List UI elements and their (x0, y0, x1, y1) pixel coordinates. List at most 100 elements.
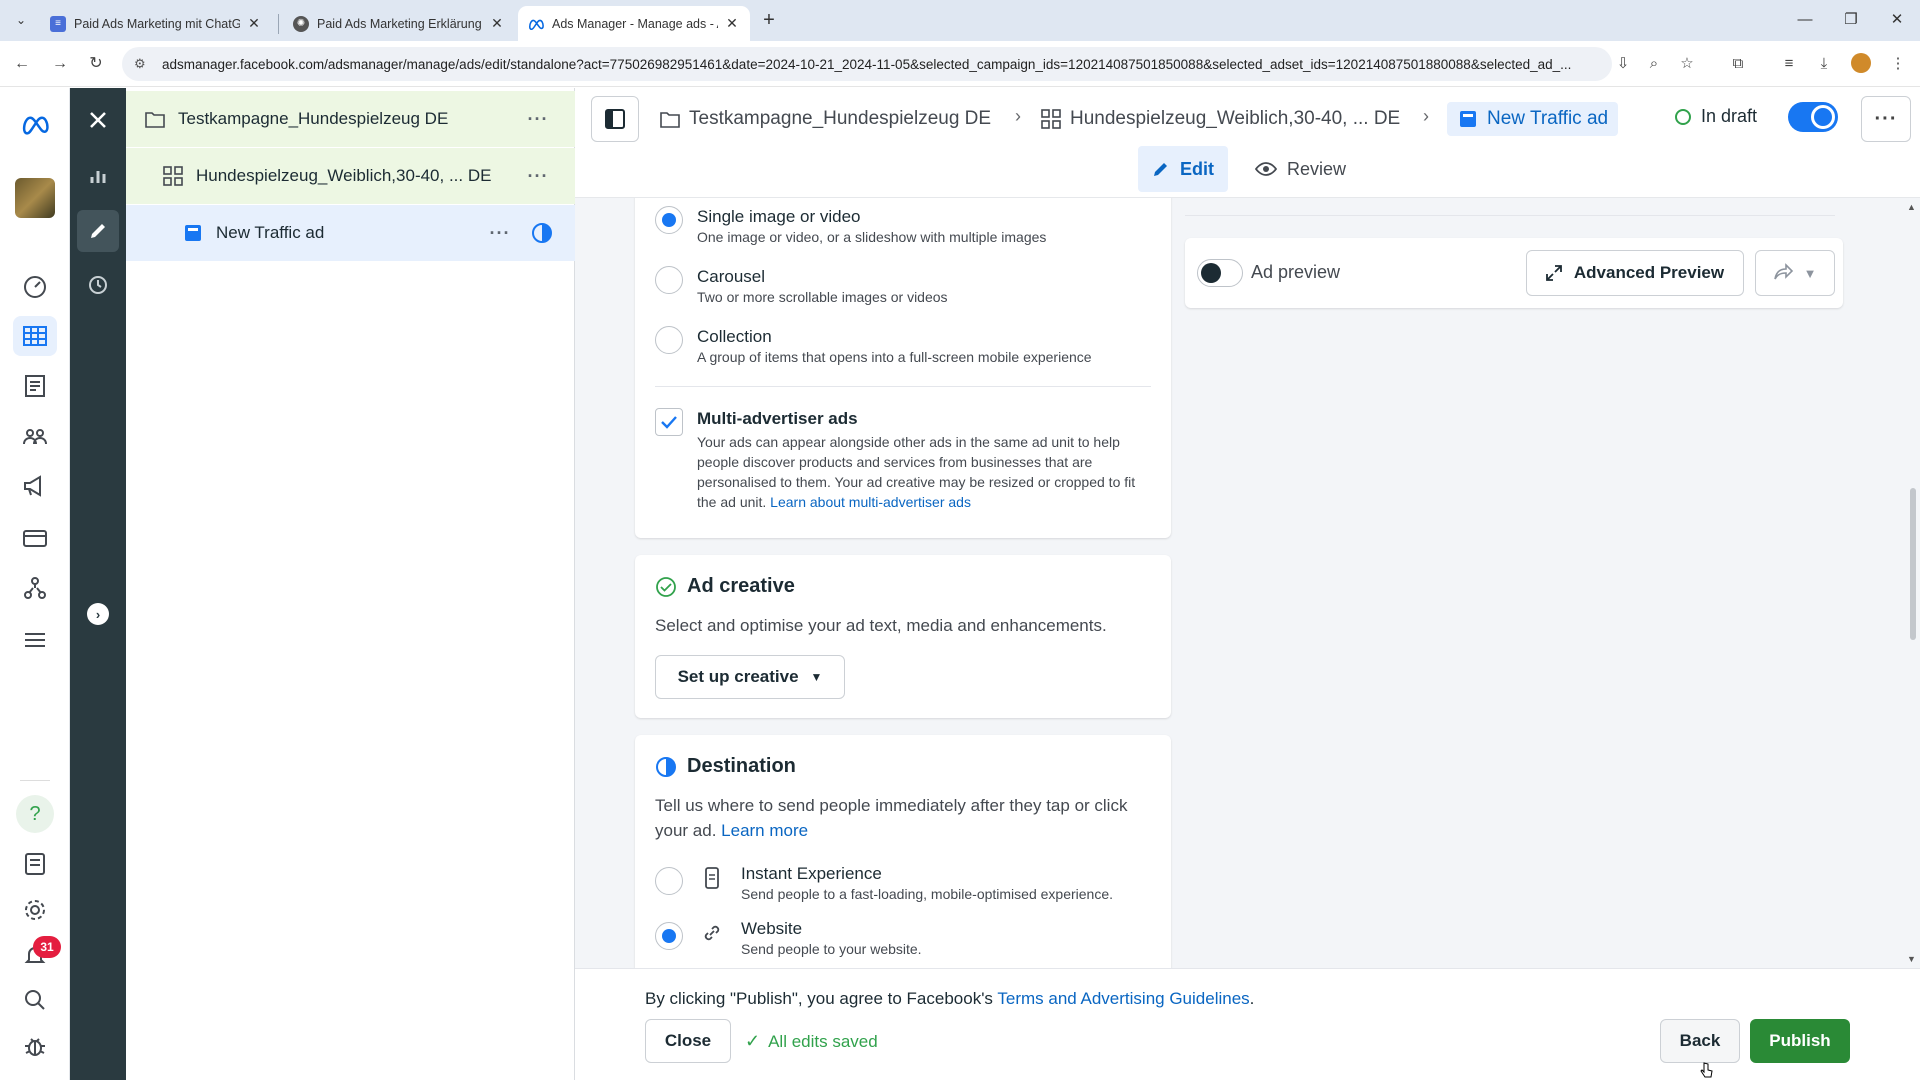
dashboard-icon[interactable] (13, 266, 57, 306)
tab-edit[interactable]: Edit (1138, 146, 1228, 192)
expand-icon (1545, 265, 1562, 281)
adset-grid-icon (162, 165, 184, 187)
browser-tab-3[interactable]: Ads Manager - Manage ads - A ✕ (518, 6, 750, 41)
bug-report-icon[interactable] (13, 1026, 57, 1066)
tree-ad-row[interactable]: New Traffic ad ··· (126, 205, 575, 261)
advanced-preview-button[interactable]: Advanced Preview (1526, 250, 1744, 296)
settings-gear-icon[interactable] (13, 890, 57, 930)
format-option-single[interactable]: Single image or video One image or video… (655, 206, 1046, 246)
scroll-up-icon[interactable]: ▲ (1907, 202, 1916, 212)
multi-advertiser-learn-link[interactable]: Learn about multi-advertiser ads (770, 494, 971, 510)
browser-toolbar: ← → ↻ ⚙ adsmanager.facebook.com/adsmanag… (0, 41, 1920, 87)
radio-instant-experience[interactable] (655, 867, 683, 895)
close-button[interactable]: Close (645, 1019, 731, 1063)
browser-tab-2[interactable]: ✺ Paid Ads Marketing Erklärung ✕ (283, 6, 515, 41)
breadcrumb-adset[interactable]: Hundespielzeug_Weiblich,30-40, ... DE (1040, 102, 1400, 136)
close-icon[interactable]: ✕ (246, 15, 262, 32)
billing-card-icon[interactable] (13, 518, 57, 558)
tree-adset-row[interactable]: Hundespielzeug_Weiblich,30-40, ... DE ··… (126, 148, 575, 204)
close-editor-icon[interactable] (77, 99, 119, 141)
ad-icon (1457, 108, 1479, 130)
meta-logo-icon[interactable] (13, 104, 57, 144)
format-option-carousel[interactable]: Carousel Two or more scrollable images o… (655, 266, 948, 306)
multi-advertiser-option[interactable]: Multi-advertiser ads Your ads can appear… (655, 408, 1152, 512)
toggle-panel-icon[interactable] (591, 96, 639, 142)
destination-learn-more-link[interactable]: Learn more (721, 821, 808, 840)
tab-search-icon[interactable]: ⌄ (10, 9, 32, 31)
expand-arrow-icon[interactable]: › (77, 593, 119, 635)
radio-single[interactable] (655, 206, 683, 234)
bar-chart-icon[interactable] (77, 155, 119, 197)
downloads-icon[interactable]: ⤓ (1813, 53, 1835, 75)
bookmark-star-icon[interactable]: ☆ (1676, 53, 1698, 75)
breadcrumb-campaign[interactable]: Testkampagne_Hundespielzeug DE (659, 102, 991, 136)
scroll-thumb[interactable] (1910, 488, 1916, 640)
window-close-icon[interactable]: ✕ (1882, 8, 1912, 32)
scroll-down-icon[interactable]: ▼ (1907, 954, 1916, 964)
option-label: Instant Experience (741, 864, 882, 883)
destination-instant-experience[interactable]: Instant Experience Send people to a fast… (655, 863, 1113, 903)
back-arrow-icon[interactable]: ← (10, 52, 34, 76)
back-button[interactable]: Back (1660, 1019, 1740, 1063)
restore-icon[interactable]: ❐ (1836, 8, 1866, 32)
account-avatar[interactable] (13, 178, 57, 218)
close-icon[interactable]: ✕ (489, 15, 505, 32)
tree-campaign-row[interactable]: Testkampagne_Hundespielzeug DE ··· (126, 91, 575, 147)
format-option-collection[interactable]: Collection A group of items that opens i… (655, 326, 1092, 366)
radio-carousel[interactable] (655, 266, 683, 294)
publish-footer: By clicking "Publish", you agree to Face… (575, 968, 1920, 1080)
breadcrumb-ad[interactable]: New Traffic ad (1447, 102, 1619, 136)
notifications-list-icon[interactable] (13, 844, 57, 884)
search-icon[interactable] (13, 980, 57, 1020)
publish-button[interactable]: Publish (1750, 1019, 1850, 1063)
reports-icon[interactable] (13, 366, 57, 406)
minimize-icon[interactable]: — (1790, 8, 1820, 32)
campaign-tree-panel: Testkampagne_Hundespielzeug DE ··· Hunde… (126, 88, 575, 1080)
all-tools-menu-icon[interactable] (13, 620, 57, 660)
help-icon[interactable]: ? (13, 794, 57, 834)
business-tools-icon[interactable] (13, 568, 57, 608)
profile-avatar[interactable] (1851, 53, 1871, 73)
option-desc: A group of items that opens into a full-… (697, 349, 1092, 365)
ad-more-icon[interactable]: ··· (485, 223, 515, 244)
new-tab-button[interactable]: + (758, 9, 780, 31)
destination-website[interactable]: Website Send people to your website. (655, 918, 922, 958)
reload-icon[interactable]: ↻ (84, 52, 108, 76)
tab-review[interactable]: Review (1241, 146, 1360, 192)
set-up-creative-button[interactable]: Set up creative ▼ (655, 655, 845, 699)
tab-title: Paid Ads Marketing Erklärung (317, 16, 482, 31)
close-icon[interactable]: ✕ (724, 15, 740, 32)
address-bar[interactable]: ⚙ adsmanager.facebook.com/adsmanager/man… (122, 47, 1612, 81)
forward-arrow-icon[interactable]: → (48, 52, 72, 76)
zoom-icon[interactable]: ⌕ (1643, 53, 1665, 75)
editor-header: Testkampagne_Hundespielzeug DE › Hundesp… (575, 88, 1920, 198)
install-icon[interactable]: ⇩ (1612, 53, 1634, 75)
chevron-right-icon: › (1423, 106, 1429, 126)
link-icon (697, 918, 727, 948)
browser-tab-1[interactable]: ≡ Paid Ads Marketing mit ChatGPT ✕ (40, 6, 272, 41)
pencil-edit-icon[interactable] (77, 210, 119, 252)
site-settings-icon[interactable]: ⚙ (134, 56, 152, 72)
ad-on-off-toggle[interactable] (1788, 102, 1838, 132)
multi-advertiser-checkbox[interactable] (655, 408, 683, 436)
campaign-more-icon[interactable]: ··· (523, 109, 553, 130)
radio-website[interactable] (655, 922, 683, 950)
share-dropdown-button[interactable]: ▼ (1755, 250, 1835, 296)
ad-preview-toggle[interactable] (1197, 259, 1243, 287)
adset-more-icon[interactable]: ··· (523, 166, 553, 187)
campaign-megaphone-icon[interactable] (13, 466, 57, 506)
format-card: Single image or video One image or video… (635, 198, 1171, 538)
extensions-icon[interactable]: ⧉ (1727, 53, 1749, 75)
adset-grid-icon (1040, 108, 1062, 130)
audiences-icon[interactable] (13, 416, 57, 456)
browser-menu-icon[interactable]: ⋮ (1887, 53, 1909, 75)
more-options-button[interactable]: ··· (1861, 96, 1911, 142)
terms-link[interactable]: Terms and Advertising Guidelines (997, 989, 1249, 1008)
radio-collection[interactable] (655, 326, 683, 354)
history-clock-icon[interactable] (77, 264, 119, 306)
option-label: Single image or video (697, 207, 861, 226)
ads-manager-table-icon[interactable] (13, 316, 57, 356)
editor-content: Single image or video One image or video… (575, 198, 1920, 968)
media-icon[interactable]: ≡ (1778, 53, 1800, 75)
tab-divider (278, 14, 279, 34)
